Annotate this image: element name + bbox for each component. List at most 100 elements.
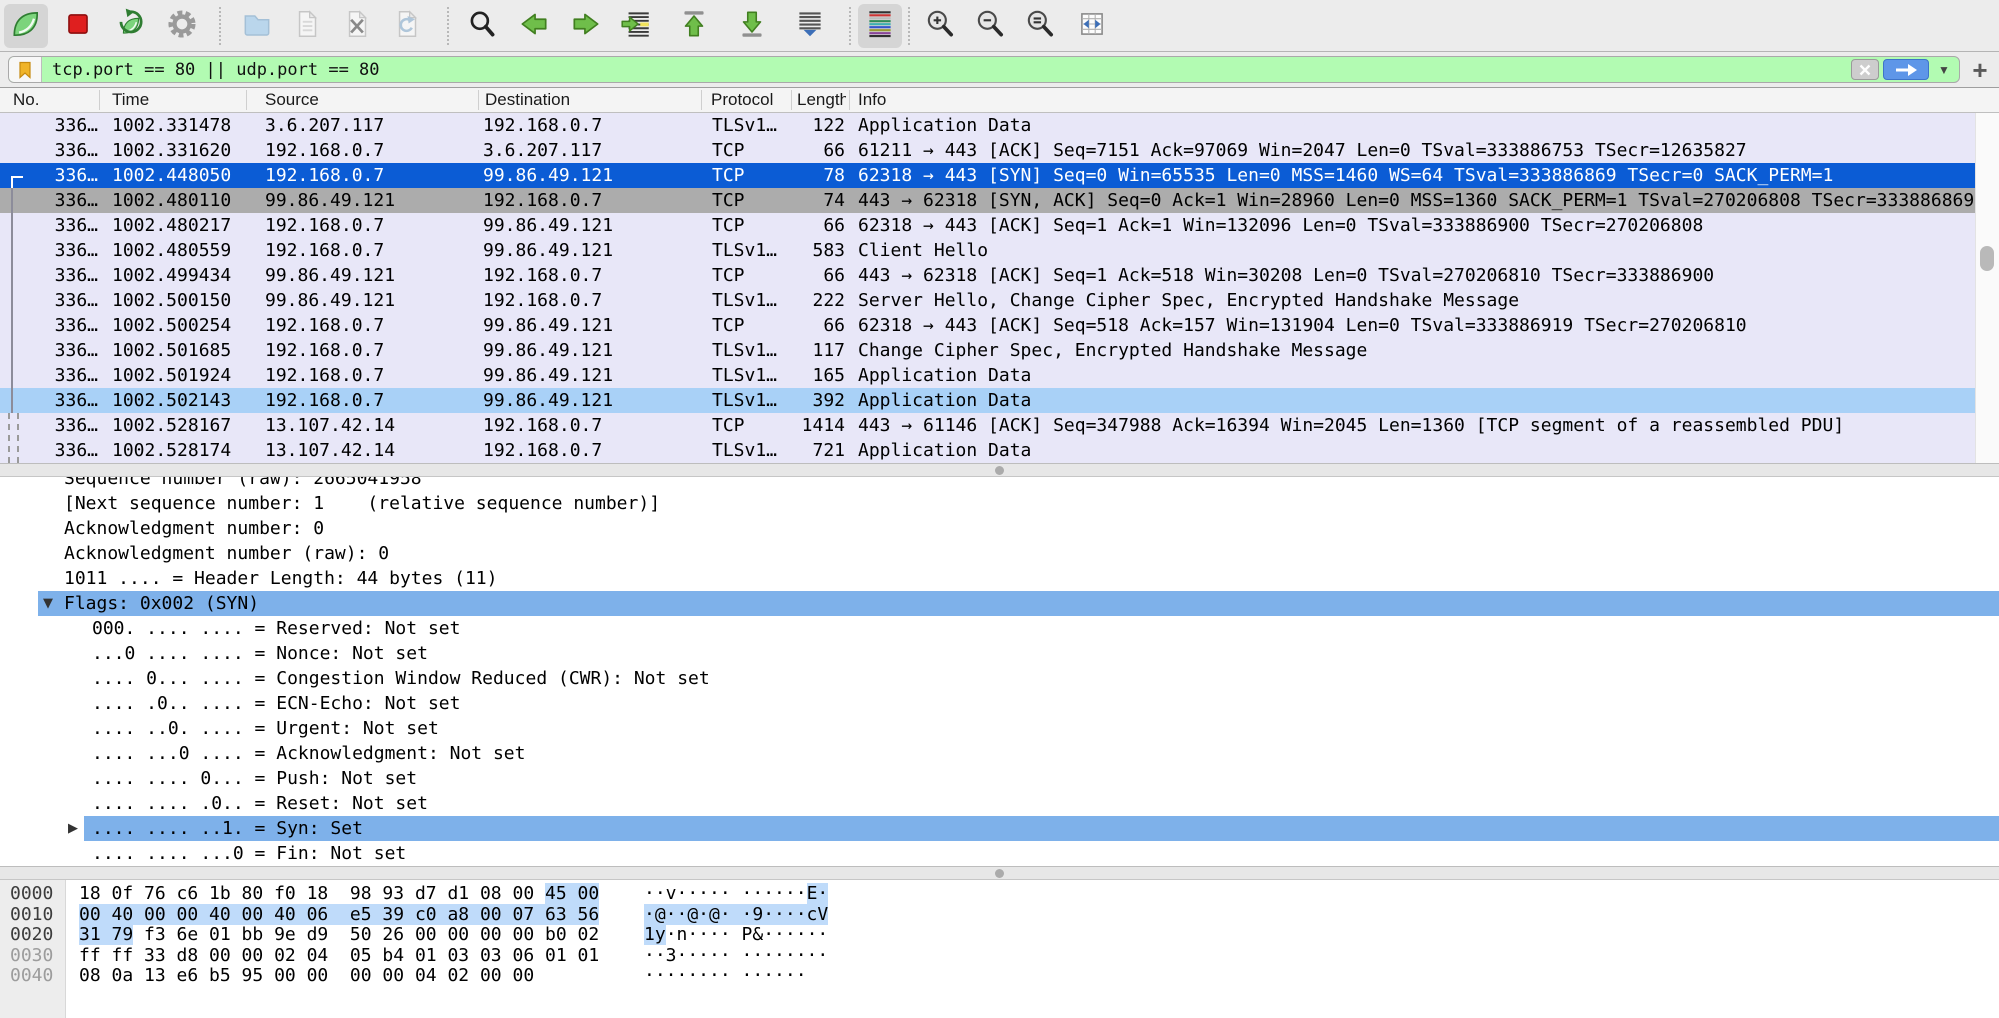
splitter-details-bytes[interactable] <box>0 866 1999 880</box>
filter-bookmark-button[interactable] <box>9 57 42 82</box>
zoom-in-button[interactable] <box>918 4 962 48</box>
packet-row[interactable]: 336…1002.331620192.168.0.73.6.207.117TCP… <box>0 138 1975 163</box>
hex-row[interactable]: 002031 79 f3 6e 01 bb 9e d9 50 26 00 00 … <box>0 925 1999 946</box>
splitter-grip[interactable] <box>995 869 1004 878</box>
packet-row[interactable]: 336…1002.501685192.168.0.799.86.49.121TL… <box>0 338 1975 363</box>
cell-src: 192.168.0.7 <box>265 139 384 162</box>
column-separator[interactable] <box>849 90 850 110</box>
packet-row[interactable]: 336…1002.502143192.168.0.799.86.49.121TL… <box>0 388 1975 413</box>
detail-line[interactable]: 000. .... .... = Reserved: Not set <box>0 616 1999 641</box>
splitter-list-details[interactable] <box>0 463 1999 477</box>
packet-row[interactable]: 336…1002.50015099.86.49.121192.168.0.7TL… <box>0 288 1975 313</box>
column-header-length[interactable]: Length <box>797 88 846 112</box>
expand-arrow-icon[interactable]: ▶ <box>68 816 78 841</box>
packet-row[interactable]: 336…1002.52817413.107.42.14192.168.0.7TL… <box>0 438 1975 463</box>
packet-row[interactable]: 336…1002.448050192.168.0.799.86.49.121TC… <box>0 163 1975 188</box>
packet-row[interactable]: 336…1002.501924192.168.0.799.86.49.121TL… <box>0 363 1975 388</box>
column-header-no[interactable]: No. <box>13 88 39 112</box>
packet-row[interactable]: 336…1002.48011099.86.49.121192.168.0.7TC… <box>0 188 1975 213</box>
zoom-reset-button[interactable] <box>1018 4 1062 48</box>
column-header-info[interactable]: Info <box>858 88 886 112</box>
packet-list-scrollbar[interactable] <box>1975 113 1999 463</box>
column-separator[interactable] <box>701 90 702 110</box>
hex-bytes[interactable]: 08 0a 13 e6 b5 95 00 00 00 00 04 02 00 0… <box>79 966 534 987</box>
detail-line[interactable]: .... 0... .... = Congestion Window Reduc… <box>0 666 1999 691</box>
filter-apply-button[interactable] <box>1883 59 1929 80</box>
go-to-last-packet-button[interactable] <box>730 4 774 48</box>
stop-capture-button[interactable] <box>56 4 100 48</box>
detail-line[interactable]: .... .0.. .... = ECN-Echo: Not set <box>0 691 1999 716</box>
start-capture-button[interactable] <box>4 4 48 48</box>
collapse-arrow-icon[interactable]: ▼ <box>43 591 53 616</box>
cell-dst: 192.168.0.7 <box>483 439 602 462</box>
add-filter-button[interactable]: + <box>1968 58 1992 82</box>
detail-line[interactable]: Acknowledgment number (raw): 0 <box>0 541 1999 566</box>
open-file-button[interactable] <box>235 4 279 48</box>
toolbar-separator <box>849 7 851 45</box>
packet-row[interactable]: 336…1002.3314783.6.207.117192.168.0.7TLS… <box>0 113 1975 138</box>
resize-columns-button[interactable] <box>1070 4 1114 48</box>
colorize-packets-button[interactable] <box>858 4 902 48</box>
reload-file-icon <box>390 7 424 46</box>
packet-row[interactable]: 336…1002.500254192.168.0.799.86.49.121TC… <box>0 313 1975 338</box>
column-header-source[interactable]: Source <box>265 88 319 112</box>
go-bottom-icon <box>735 7 769 46</box>
display-filter-input[interactable]: tcp.port == 80 || udp.port == 80 ▼ <box>8 56 1960 83</box>
detail-line[interactable]: ...0 .... .... = Nonce: Not set <box>0 641 1999 666</box>
column-separator[interactable] <box>99 90 100 110</box>
detail-line[interactable]: .... ..0. .... = Urgent: Not set <box>0 716 1999 741</box>
packet-row[interactable]: 336…1002.480217192.168.0.799.86.49.121TC… <box>0 213 1975 238</box>
go-forward-button[interactable] <box>564 4 608 48</box>
column-header-protocol[interactable]: Protocol <box>711 88 773 112</box>
hex-row[interactable]: 004008 0a 13 e6 b5 95 00 00 00 00 04 02 … <box>0 966 1999 987</box>
detail-line[interactable]: [Next sequence number: 1 (relative seque… <box>0 491 1999 516</box>
column-header-time[interactable]: Time <box>112 88 149 112</box>
filter-clear-button[interactable] <box>1851 59 1879 80</box>
hex-bytes[interactable]: 00 40 00 00 40 00 40 06 e5 39 c0 a8 00 0… <box>79 905 599 926</box>
column-header-destination[interactable]: Destination <box>485 88 570 112</box>
detail-line[interactable]: Acknowledgment number: 0 <box>0 516 1999 541</box>
detail-line[interactable]: .... .... ...0 = Fin: Not set <box>0 841 1999 866</box>
hex-row[interactable]: 001000 40 00 00 40 00 40 06 e5 39 c0 a8 … <box>0 905 1999 926</box>
column-separator[interactable] <box>791 90 792 110</box>
splitter-grip[interactable] <box>995 466 1004 475</box>
hex-ascii[interactable]: ··3····· ········ <box>644 946 828 967</box>
hex-ascii[interactable]: 1y·n···· P&······ <box>644 925 828 946</box>
go-back-button[interactable] <box>512 4 556 48</box>
column-separator[interactable] <box>246 90 247 110</box>
go-to-first-packet-button[interactable] <box>672 4 716 48</box>
detail-line[interactable]: .... .... .0.. = Reset: Not set <box>0 791 1999 816</box>
detail-line[interactable]: Sequence number (raw): 2665041958 <box>0 477 1999 491</box>
filter-dropdown-caret[interactable]: ▼ <box>1933 59 1955 80</box>
save-file-button[interactable] <box>285 4 329 48</box>
detail-line[interactable]: ▶.... .... ..1. = Syn: Set <box>0 816 1999 841</box>
reload-file-button[interactable] <box>385 4 429 48</box>
go-to-packet-button[interactable] <box>614 4 658 48</box>
capture-options-button[interactable] <box>160 4 204 48</box>
hex-bytes[interactable]: ff ff 33 d8 00 00 02 04 05 b4 01 03 03 0… <box>79 946 599 967</box>
scrollbar-thumb[interactable] <box>1980 246 1994 271</box>
hex-ascii[interactable]: ··v····· ······E· <box>644 884 828 905</box>
column-separator[interactable] <box>478 90 479 110</box>
cell-dst: 192.168.0.7 <box>483 264 602 287</box>
detail-line[interactable]: .... ...0 .... = Acknowledgment: Not set <box>0 741 1999 766</box>
auto-scroll-live-button[interactable] <box>788 4 832 48</box>
detail-line[interactable]: .... .... 0... = Push: Not set <box>0 766 1999 791</box>
detail-line[interactable]: ▼Flags: 0x002 (SYN) <box>0 591 1999 616</box>
packet-row[interactable]: 336…1002.480559192.168.0.799.86.49.121TL… <box>0 238 1975 263</box>
hex-row[interactable]: 000018 0f 76 c6 1b 80 f0 18 98 93 d7 d1 … <box>0 884 1999 905</box>
packet-row[interactable]: 336…1002.49943499.86.49.121192.168.0.7TC… <box>0 263 1975 288</box>
detail-line[interactable]: 1011 .... = Header Length: 44 bytes (11) <box>0 566 1999 591</box>
cell-no: 336… <box>30 264 98 287</box>
zoom-out-button[interactable] <box>968 4 1012 48</box>
hex-ascii[interactable]: ········ ······ <box>644 966 807 987</box>
filter-expression-text[interactable]: tcp.port == 80 || udp.port == 80 <box>42 60 1851 80</box>
hex-row[interactable]: 0030ff ff 33 d8 00 00 02 04 05 b4 01 03 … <box>0 946 1999 967</box>
hex-bytes[interactable]: 18 0f 76 c6 1b 80 f0 18 98 93 d7 d1 08 0… <box>79 884 599 905</box>
restart-capture-button[interactable] <box>108 4 152 48</box>
hex-ascii[interactable]: ·@··@·@· ·9····cV <box>644 905 828 926</box>
packet-row[interactable]: 336…1002.52816713.107.42.14192.168.0.7TC… <box>0 413 1975 438</box>
close-file-button[interactable] <box>335 4 379 48</box>
find-packet-button[interactable] <box>460 4 504 48</box>
hex-bytes[interactable]: 31 79 f3 6e 01 bb 9e d9 50 26 00 00 00 0… <box>79 925 599 946</box>
